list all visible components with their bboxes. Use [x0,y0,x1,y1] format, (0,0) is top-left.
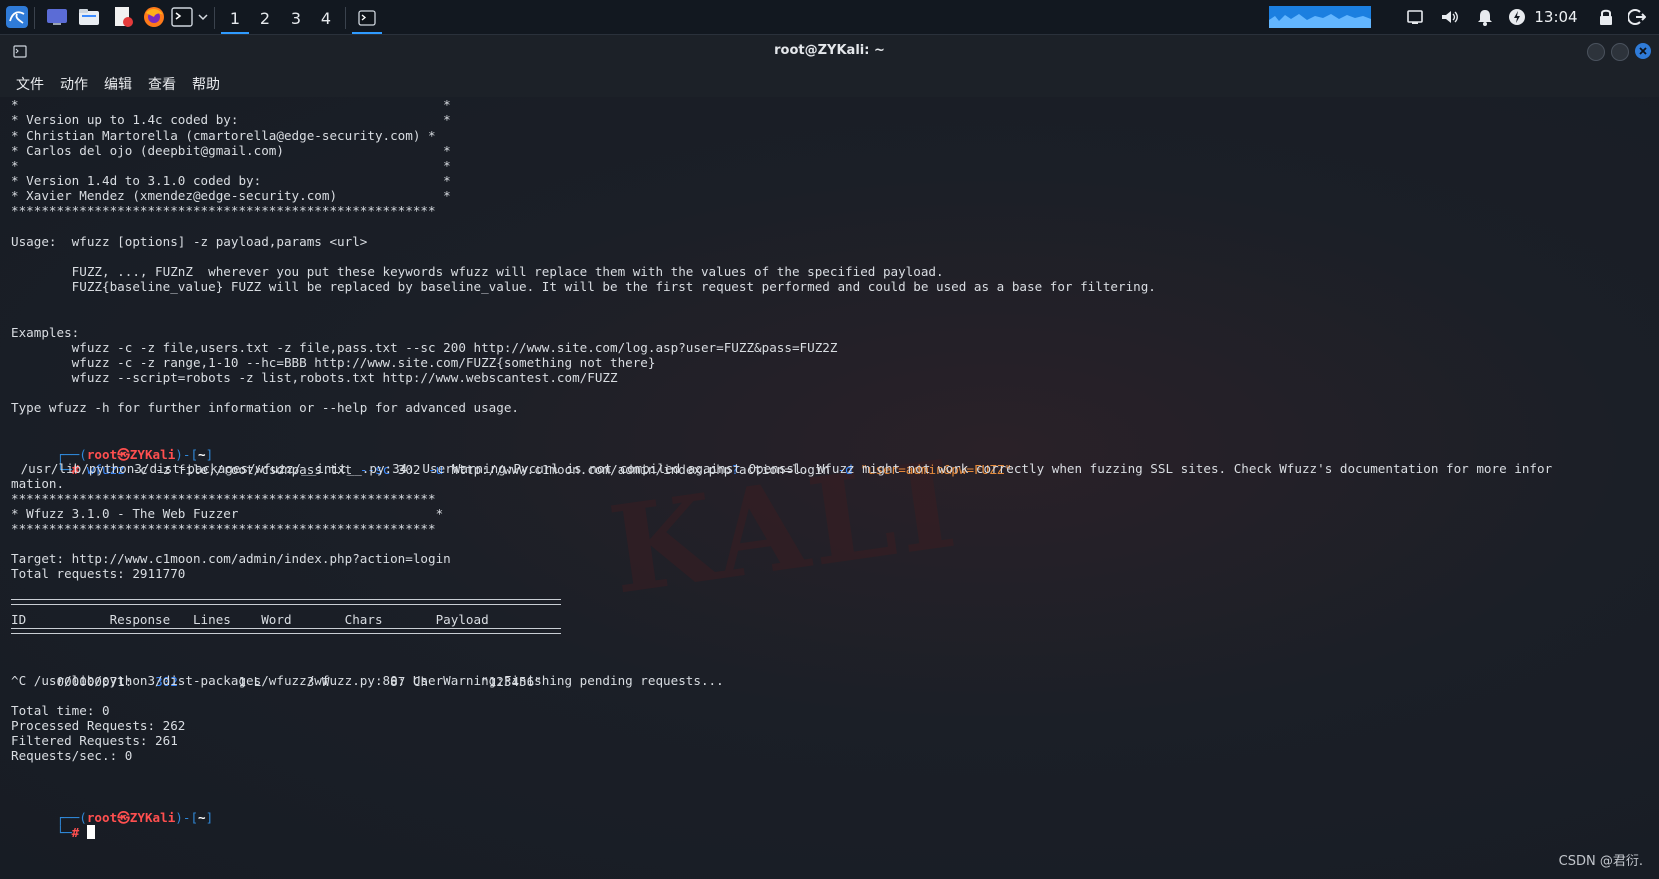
logout-icon[interactable] [1626,4,1648,30]
example-line: wfuzz -c -z range,1-10 --hc=BBB http://w… [11,355,656,370]
wfuzz-title-line: * Wfuzz 3.1.0 - The Web Fuzzer * [11,506,444,521]
notification-bell-icon[interactable] [1474,4,1496,30]
example-line: wfuzz -c -z file,users.txt -z file,pass.… [11,340,838,355]
menu-view[interactable]: 查看 [148,74,176,94]
usage-line: Usage: wfuzz [options] -z payload,params… [11,234,368,249]
cpu-graph-widget [1269,6,1371,28]
stats-line: Requests/sec.: 0 [11,748,133,763]
banner-line: * Xavier Mendez (xmendez@edge-security.c… [11,188,451,203]
menu-action[interactable]: 动作 [60,74,88,94]
workspace-3[interactable]: 3 [282,4,310,32]
target-line: Target: http://www.c1moon.com/admin/inde… [11,551,451,566]
power-manager-icon[interactable] [1506,4,1528,30]
menu-bar: 文件 动作 编辑 查看 帮助 [0,67,1659,97]
task-terminal-window[interactable] [352,4,382,34]
menu-file[interactable]: 文件 [16,74,44,94]
workspace-2[interactable]: 2 [251,4,279,32]
terminal-launcher-icon[interactable] [170,4,194,30]
close-button[interactable] [1635,43,1651,59]
text-cursor [86,825,95,839]
screen-icon[interactable] [1404,4,1426,30]
warning-line: /usr/lib/python3/dist-packages/wfuzz/__i… [13,461,1553,476]
fuzz-help-line: FUZZ{baseline_value} FUZZ will be replac… [11,279,1156,294]
banner-line: ****************************************… [11,203,436,218]
warning-line: ^C /usr/lib/python3/dist-packages/wfuzz/… [11,673,724,688]
table-divider [11,628,561,634]
workspace-1[interactable]: 1 [221,4,249,34]
file-manager-icon[interactable] [76,4,102,30]
table-divider [11,599,561,605]
window-title: root@ZYKali: ~ [774,43,885,58]
banner-line: * Version up to 1.4c coded by: * [11,112,451,127]
stats-line: Processed Requests: 262 [11,718,186,733]
workspace-4[interactable]: 4 [312,4,340,32]
banner-line: * * [11,97,451,112]
fuzz-help-line: FUZZ, ..., FUZnZ wherever you put these … [11,264,944,279]
text-editor-icon[interactable] [110,4,136,30]
volume-icon[interactable] [1439,4,1461,30]
example-line: wfuzz --script=robots -z list,robots.txt… [11,370,618,385]
warning-line-wrap: mation. [11,476,65,491]
clock[interactable]: 13:04 [1534,4,1578,30]
help-hint-line: Type wfuzz -h for further information or… [11,400,519,415]
terminal-window: root@ZYKali: ~ 文件 动作 编辑 查看 帮助 KALI * * *… [0,35,1659,879]
firefox-icon[interactable] [141,4,167,30]
menu-help[interactable]: 帮助 [192,74,220,94]
examples-title: Examples: [11,325,80,340]
banner-line: * Carlos del ojo (deepbit@gmail.com) * [11,143,451,158]
total-requests-line: Total requests: 2911770 [11,566,186,581]
csdn-watermark: CSDN @君衍. [1558,854,1643,869]
stats-line: Total time: 0 [11,703,110,718]
banner-line: * Version 1.4d to 3.1.0 coded by: * [11,173,451,188]
banner-line: * * [11,158,451,173]
lock-screen-icon[interactable] [1595,4,1617,30]
chevron-down-icon[interactable] [196,4,210,30]
show-desktop-icon[interactable] [44,4,70,30]
terminal-output[interactable]: KALI * * * Version up to 1.4c coded by: … [0,97,1659,879]
banner-line: * Christian Martorella (cmartorella@edge… [11,128,436,143]
stars-line: ****************************************… [11,491,436,506]
results-table-header: ID Response Lines Word Chars Payload [11,612,489,627]
title-bar[interactable]: root@ZYKali: ~ [0,35,1659,67]
menu-edit[interactable]: 编辑 [104,74,132,94]
stats-line: Filtered Requests: 261 [11,733,178,748]
kali-menu-icon[interactable] [4,4,30,30]
input-line[interactable]: └─# [11,809,95,857]
minimize-button[interactable] [1587,43,1605,61]
maximize-button[interactable] [1611,43,1629,61]
taskbar: 1 2 3 4 13:04 [0,0,1659,35]
stars-line: ****************************************… [11,521,436,536]
